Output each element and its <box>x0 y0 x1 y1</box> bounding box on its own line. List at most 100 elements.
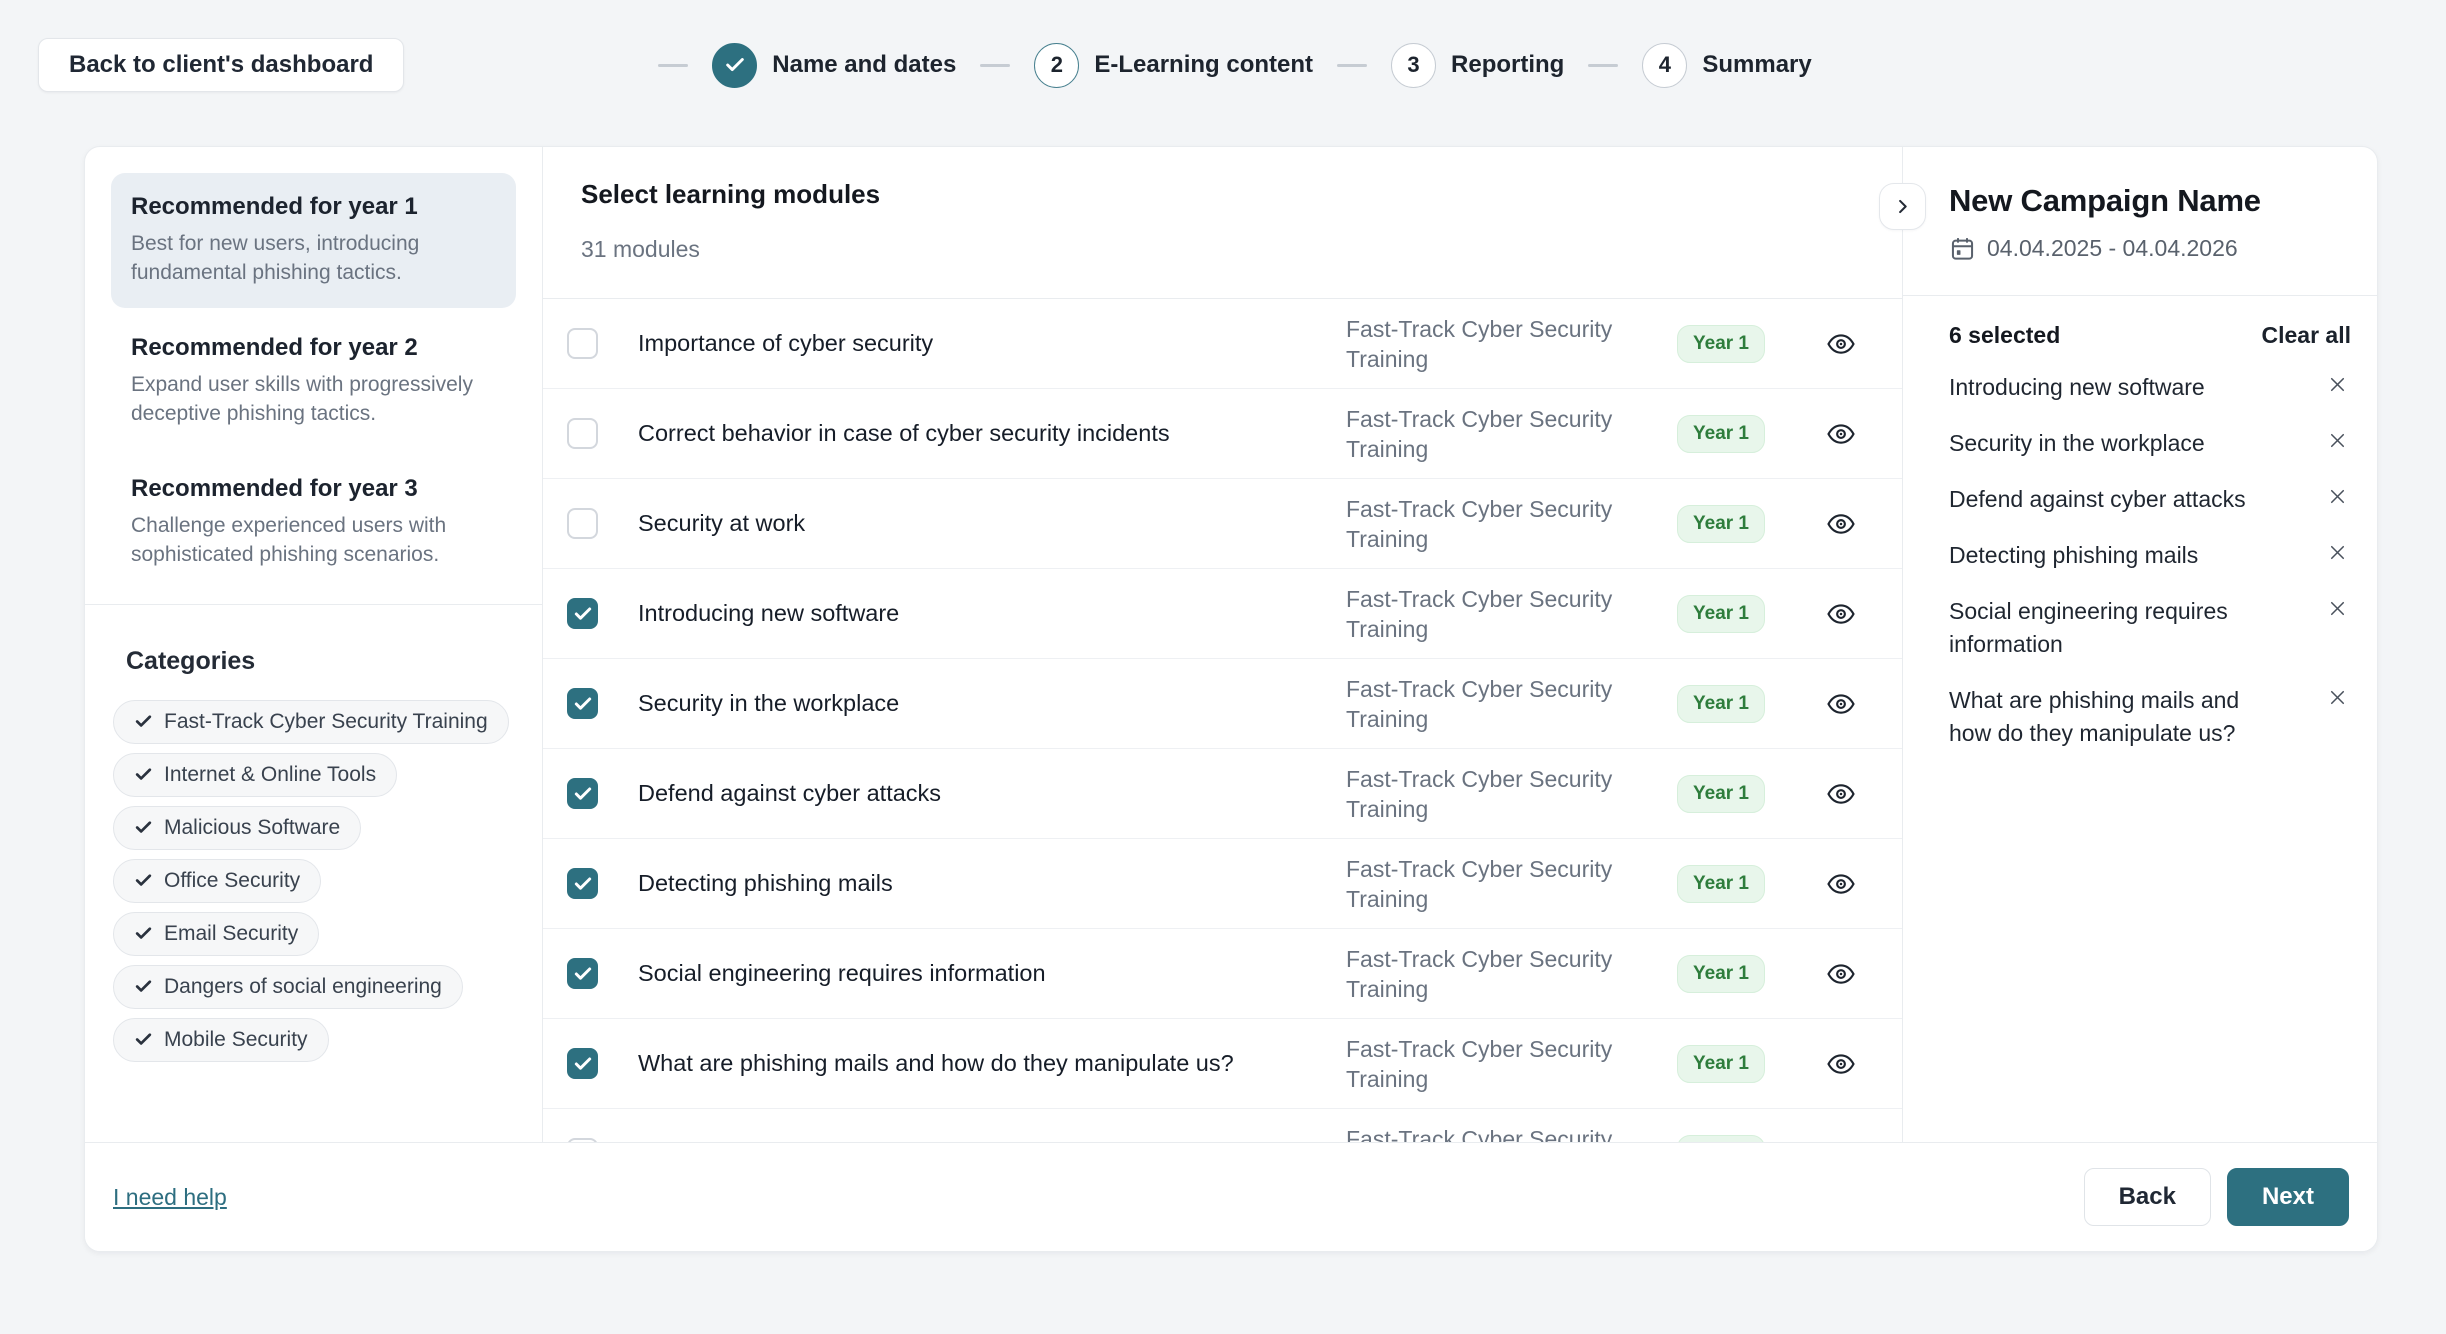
step-separator <box>658 64 688 67</box>
remove-module-button[interactable] <box>2326 595 2353 623</box>
module-checkbox[interactable] <box>567 688 598 719</box>
eye-icon <box>1826 869 1856 899</box>
clear-all-button[interactable]: Clear all <box>2262 322 2352 349</box>
recommendation-title: Recommended for year 1 <box>131 193 496 221</box>
selected-module-item: Defend against cyber attacks <box>1949 471 2353 527</box>
module-row: What are phishing mails and how do they … <box>543 1019 1902 1109</box>
module-list: Importance of cyber security Fast-Track … <box>543 299 1902 1142</box>
selected-module-item: Detecting phishing mails <box>1949 527 2353 583</box>
year-badge: Year 1 <box>1677 775 1765 813</box>
module-checkbox[interactable] <box>567 1048 598 1079</box>
module-category: Fast-Track Cyber Security Training <box>1346 764 1646 824</box>
module-checkbox[interactable] <box>567 598 598 629</box>
eye-cell <box>1796 599 1886 629</box>
check-icon <box>134 765 153 784</box>
category-chip[interactable]: Fast-Track Cyber Security Training <box>113 700 509 744</box>
preview-module-button[interactable] <box>1826 779 1856 809</box>
wizard-step[interactable]: 1 Name and dates <box>634 43 956 88</box>
year-badge: Year 1 <box>1677 955 1765 993</box>
remove-module-button[interactable] <box>2326 371 2353 399</box>
module-title: Detecting phishing mails <box>638 870 1346 897</box>
module-row: Detecting phishing mails Fast-Track Cybe… <box>543 839 1902 929</box>
selected-module-item: Introducing new software <box>1949 359 2353 415</box>
module-row: Security in the workplace Fast-Track Cyb… <box>543 659 1902 749</box>
modules-panel-title: Select learning modules <box>581 179 1902 210</box>
badge-cell: Year 1 <box>1646 415 1796 453</box>
module-category: Fast-Track Cyber Security Training <box>1346 674 1646 734</box>
remove-module-button[interactable] <box>2326 684 2353 712</box>
year-badge: Year 1 <box>1677 595 1765 633</box>
step-circle: 4 <box>1642 43 1687 88</box>
modules-header: Select learning modules 31 modules <box>543 147 1902 299</box>
x-icon <box>2326 597 2349 620</box>
back-button[interactable]: Back <box>2084 1168 2211 1226</box>
wizard-stepper: 1 Name and dates 2 E-Learning content 3 <box>0 38 2446 92</box>
module-row: Defend against cyber attacks Fast-Track … <box>543 749 1902 839</box>
badge-cell: Year 1 <box>1646 685 1796 723</box>
step-label: Name and dates <box>772 51 956 79</box>
date-range-text: 04.04.2025 - 04.04.2026 <box>1987 235 2238 262</box>
preview-module-button[interactable] <box>1826 689 1856 719</box>
collapse-panel-button[interactable] <box>1879 183 1926 230</box>
category-chip-label: Fast-Track Cyber Security Training <box>164 710 488 734</box>
eye-cell <box>1796 869 1886 899</box>
check-icon <box>134 1030 153 1049</box>
module-checkbox[interactable] <box>567 508 598 539</box>
category-chip[interactable]: Mobile Security <box>113 1018 329 1062</box>
step-separator <box>980 64 1010 67</box>
check-icon <box>573 604 593 624</box>
module-checkbox[interactable] <box>567 868 598 899</box>
year-badge: Year 1 <box>1677 1135 1765 1143</box>
category-chip[interactable]: Email Security <box>113 912 319 956</box>
module-title: Security in the workplace <box>638 690 1346 717</box>
preview-module-button[interactable] <box>1826 869 1856 899</box>
badge-cell: Year 1 <box>1646 1045 1796 1083</box>
module-checkbox[interactable] <box>567 778 598 809</box>
help-link[interactable]: I need help <box>113 1184 227 1211</box>
category-chip[interactable]: Office Security <box>113 859 321 903</box>
module-category: Fast-Track Cyber Security Training <box>1346 494 1646 554</box>
year-badge: Year 1 <box>1677 1045 1765 1083</box>
module-title: Importance of cyber security <box>638 330 1346 357</box>
category-chip[interactable]: Dangers of social engineering <box>113 965 463 1009</box>
module-checkbox[interactable] <box>567 958 598 989</box>
preview-module-button[interactable] <box>1826 509 1856 539</box>
remove-module-button[interactable] <box>2326 483 2353 511</box>
category-chip[interactable]: Internet & Online Tools <box>113 753 397 797</box>
preview-module-button[interactable] <box>1826 599 1856 629</box>
eye-cell <box>1796 779 1886 809</box>
category-chip[interactable]: Malicious Software <box>113 806 361 850</box>
selected-module-label: Defend against cyber attacks <box>1949 483 2279 516</box>
recommendation-option[interactable]: Recommended for year 1 Best for new user… <box>111 173 516 308</box>
module-category: Fast-Track Cyber Security Training <box>1346 314 1646 374</box>
check-icon <box>134 977 153 996</box>
selected-module-label: Detecting phishing mails <box>1949 539 2279 572</box>
eye-icon <box>1826 959 1856 989</box>
x-icon <box>2326 686 2349 709</box>
preview-module-button[interactable] <box>1826 329 1856 359</box>
remove-module-button[interactable] <box>2326 427 2353 455</box>
wizard-step[interactable]: 2 E-Learning content <box>956 43 1313 88</box>
preview-module-button[interactable] <box>1826 419 1856 449</box>
category-chip-label: Email Security <box>164 922 298 946</box>
recommendation-option[interactable]: Recommended for year 3 Challenge experie… <box>111 455 516 590</box>
check-icon <box>573 874 593 894</box>
eye-icon <box>1826 779 1856 809</box>
x-icon <box>2326 541 2349 564</box>
wizard-step[interactable]: 3 Reporting <box>1313 43 1564 88</box>
preview-module-button[interactable] <box>1826 1049 1856 1079</box>
check-icon <box>724 54 746 76</box>
wizard-step[interactable]: 4 Summary <box>1564 43 1811 88</box>
check-icon <box>134 712 153 731</box>
module-checkbox[interactable] <box>567 328 598 359</box>
preview-module-button[interactable] <box>1826 959 1856 989</box>
check-icon <box>573 784 593 804</box>
recommendation-option[interactable]: Recommended for year 2 Expand user skill… <box>111 314 516 449</box>
module-checkbox[interactable] <box>567 418 598 449</box>
recommendation-list: Recommended for year 1 Best for new user… <box>111 173 516 590</box>
badge-cell: Year 1 <box>1646 595 1796 633</box>
selected-module-label: Security in the workplace <box>1949 427 2279 460</box>
check-icon <box>134 871 153 890</box>
next-button[interactable]: Next <box>2227 1168 2349 1226</box>
remove-module-button[interactable] <box>2326 539 2353 567</box>
